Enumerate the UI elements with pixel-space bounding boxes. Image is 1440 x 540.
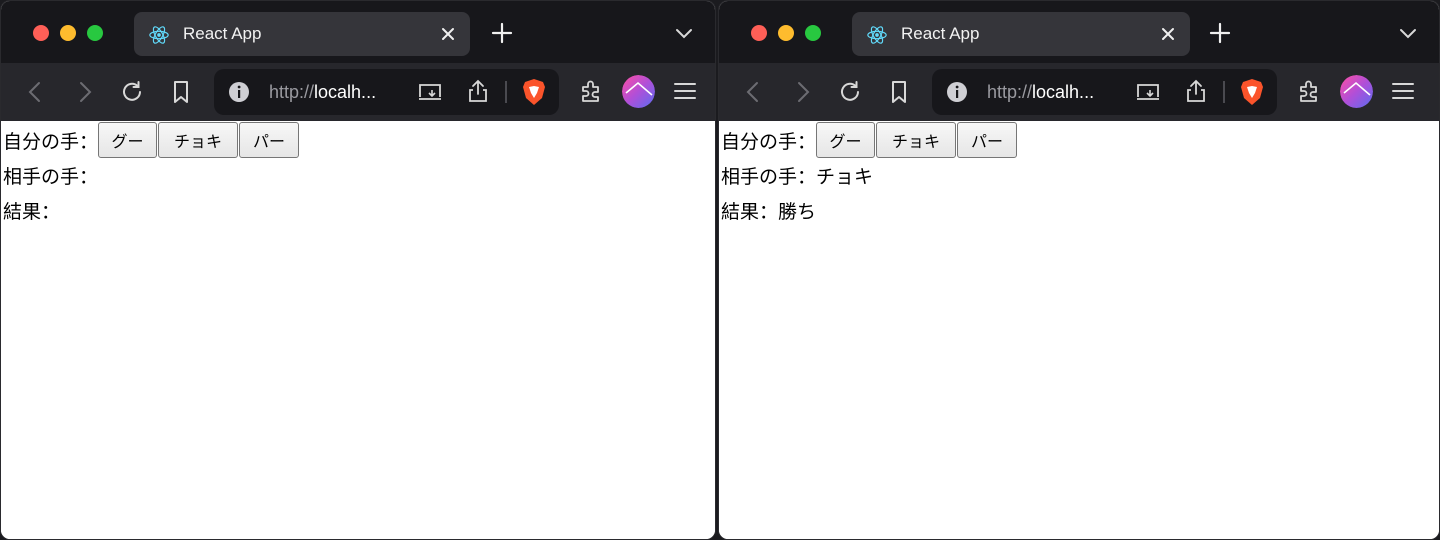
result-label: 結果： <box>721 200 779 223</box>
my-hand-label: 自分の手： <box>3 130 99 153</box>
menu-icon[interactable] <box>673 81 697 101</box>
info-icon[interactable] <box>946 81 968 103</box>
tab-bar: React App <box>719 1 1439 63</box>
profile-avatar[interactable] <box>1340 75 1373 108</box>
extensions-icon[interactable] <box>578 78 604 104</box>
minimize-window-button[interactable] <box>778 25 794 41</box>
tab-title: React App <box>183 24 262 43</box>
result-label: 結果： <box>3 200 61 223</box>
browser-window-right: React App http://localh... 自分の手： グー チョキ … <box>718 0 1440 540</box>
url-scheme: http:// <box>987 82 1033 102</box>
scissors-button[interactable]: チョキ <box>876 122 957 158</box>
new-tab-icon[interactable] <box>491 22 513 44</box>
page-content: 自分の手： グー チョキ パー 相手の手： チョキ 結果： 勝ち <box>719 121 1439 539</box>
zoom-window-button[interactable] <box>87 25 103 41</box>
back-icon[interactable] <box>23 79 49 105</box>
url-text[interactable]: http://localh... <box>987 82 1094 103</box>
reload-icon[interactable] <box>837 79 863 105</box>
paper-button[interactable]: パー <box>957 122 1018 158</box>
zoom-window-button[interactable] <box>805 25 821 41</box>
back-icon[interactable] <box>741 79 767 105</box>
result-row: 結果： 勝ち <box>721 194 816 226</box>
window-controls <box>33 25 103 41</box>
forward-icon[interactable] <box>789 79 815 105</box>
brave-shields-icon[interactable] <box>1239 78 1265 106</box>
window-controls <box>751 25 821 41</box>
url-scheme: http:// <box>269 82 315 102</box>
toolbar: http://localh... <box>1 63 715 121</box>
forward-icon[interactable] <box>71 79 97 105</box>
opponent-hand-value: チョキ <box>816 165 874 188</box>
tab-title: React App <box>901 24 980 43</box>
cast-icon[interactable] <box>1136 82 1160 102</box>
close-window-button[interactable] <box>751 25 767 41</box>
menu-icon[interactable] <box>1391 81 1415 101</box>
address-bar-divider <box>505 81 507 103</box>
result-row: 結果： <box>3 194 60 226</box>
cast-icon[interactable] <box>418 82 442 102</box>
extensions-icon[interactable] <box>1296 78 1322 104</box>
address-bar[interactable]: http://localh... <box>214 69 559 115</box>
opponent-hand-label: 相手の手： <box>3 165 99 188</box>
chevron-down-icon[interactable] <box>1399 26 1417 40</box>
tab-bar: React App <box>1 1 715 63</box>
profile-avatar[interactable] <box>622 75 655 108</box>
react-icon <box>867 26 887 44</box>
close-tab-icon[interactable] <box>1158 24 1178 44</box>
react-icon <box>149 26 169 44</box>
scissors-button[interactable]: チョキ <box>158 122 239 158</box>
close-tab-icon[interactable] <box>438 24 458 44</box>
page-content: 自分の手： グー チョキ パー 相手の手： 結果： <box>1 121 715 539</box>
address-bar[interactable]: http://localh... <box>932 69 1277 115</box>
chevron-down-icon[interactable] <box>675 26 693 40</box>
opponent-hand-row: 相手の手： チョキ <box>721 159 873 191</box>
reload-icon[interactable] <box>119 79 145 105</box>
opponent-hand-label: 相手の手： <box>721 165 817 188</box>
my-hand-label: 自分の手： <box>721 130 817 153</box>
result-value: 勝ち <box>778 200 817 223</box>
url-text[interactable]: http://localh... <box>269 82 376 103</box>
paper-button[interactable]: パー <box>239 122 300 158</box>
address-bar-divider <box>1223 81 1225 103</box>
browser-window-left: React App http://localh... 自分の手： グー チョキ … <box>0 0 716 540</box>
tab-react-app[interactable]: React App <box>134 12 470 56</box>
rock-button[interactable]: グー <box>98 122 158 158</box>
minimize-window-button[interactable] <box>60 25 76 41</box>
url-host: localh... <box>314 82 377 102</box>
brave-shields-icon[interactable] <box>521 78 547 106</box>
my-hand-row: 自分の手： グー チョキ パー <box>3 122 300 158</box>
bookmark-icon[interactable] <box>168 79 194 105</box>
tab-react-app[interactable]: React App <box>852 12 1190 56</box>
share-icon[interactable] <box>1185 79 1207 103</box>
rock-button[interactable]: グー <box>816 122 876 158</box>
bookmark-icon[interactable] <box>886 79 912 105</box>
info-icon[interactable] <box>228 81 250 103</box>
my-hand-row: 自分の手： グー チョキ パー <box>721 122 1018 158</box>
share-icon[interactable] <box>467 79 489 103</box>
opponent-hand-row: 相手の手： <box>3 159 98 191</box>
new-tab-icon[interactable] <box>1209 22 1231 44</box>
close-window-button[interactable] <box>33 25 49 41</box>
toolbar: http://localh... <box>719 63 1439 121</box>
url-host: localh... <box>1032 82 1095 102</box>
